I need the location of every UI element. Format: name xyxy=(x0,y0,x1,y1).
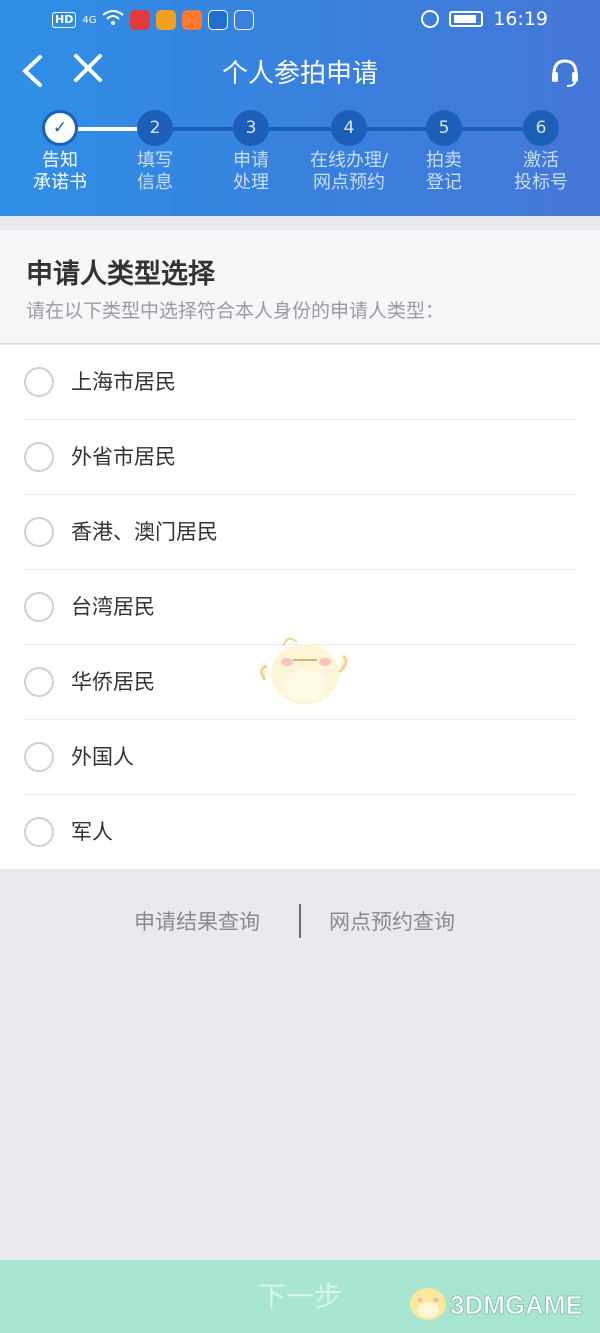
applicant-type-list: 上海市居民 外省市居民 香港、澳门居民 台湾居民 华侨居民 外国人 军人 xyxy=(0,345,600,869)
wifi-icon xyxy=(102,10,125,30)
option-label: 上海市居民 xyxy=(71,370,176,394)
link-divider xyxy=(299,904,301,938)
radio-button[interactable] xyxy=(24,667,54,697)
step-6: 6 激活 投标号 xyxy=(491,108,591,194)
option-foreigner[interactable]: 外国人 xyxy=(24,720,576,795)
step-number: 2 xyxy=(137,110,173,146)
step-label: 填写 信息 xyxy=(137,150,173,193)
app-notification-icon xyxy=(156,10,177,30)
query-links: 申请结果查询 网点预约查询 xyxy=(0,900,600,944)
option-label: 外国人 xyxy=(71,745,134,769)
video-app-icon xyxy=(182,10,203,30)
step-5: 5 拍卖 登记 xyxy=(394,108,494,194)
svg-text:3DMGAME: 3DMGAME xyxy=(450,1290,583,1320)
alarm-icon xyxy=(421,10,440,28)
browser-app-icon xyxy=(208,10,229,30)
applicant-type-header: 申请人类型选择 请在以下类型中选择符合本人身份的申请人类型： xyxy=(0,230,600,344)
clock-time: 16:19 xyxy=(493,8,548,30)
step-number: 4 xyxy=(331,110,367,146)
3dmgame-logo: 3DMGAME xyxy=(410,1288,583,1320)
section-subtitle: 请在以下类型中选择符合本人身份的申请人类型： xyxy=(26,300,445,322)
status-bar: HD 4G 16:19 xyxy=(0,0,600,44)
option-other-province-resident[interactable]: 外省市居民 xyxy=(24,420,576,495)
app-notification-icon xyxy=(130,10,151,30)
check-icon: ✓ xyxy=(42,110,78,146)
step-2: 2 填写 信息 xyxy=(105,108,205,194)
nav-bar: 个人参拍申请 xyxy=(0,44,600,108)
app-notification-icon xyxy=(234,10,255,30)
step-4: 4 在线办理/网点预约 xyxy=(299,108,399,194)
step-label: 激活 投标号 xyxy=(514,150,568,193)
radio-button[interactable] xyxy=(24,742,54,772)
step-3: 3 申请 处理 xyxy=(201,108,301,194)
customer-service-button[interactable] xyxy=(550,58,580,88)
radio-button[interactable] xyxy=(24,817,54,847)
page-title: 个人参拍申请 xyxy=(221,59,378,89)
option-hk-macau-resident[interactable]: 香港、澳门居民 xyxy=(24,495,576,570)
step-number: 6 xyxy=(523,110,559,146)
option-label: 外省市居民 xyxy=(71,445,176,469)
status-right: 16:19 xyxy=(421,8,548,30)
option-shanghai-resident[interactable]: 上海市居民 xyxy=(24,345,576,420)
header: HD 4G 16:19 个人参拍申请 ✓ 告知 承诺书 2 填写 信息 3 申请… xyxy=(0,0,600,216)
step-1: ✓ 告知 承诺书 xyxy=(10,108,110,194)
step-number: 5 xyxy=(426,110,462,146)
radio-button[interactable] xyxy=(24,442,54,472)
radio-button[interactable] xyxy=(24,517,54,547)
progress-steps: ✓ 告知 承诺书 2 填写 信息 3 申请 处理 4 在线办理/网点预约 5 拍卖 登记… xyxy=(0,108,600,216)
option-label: 军人 xyxy=(71,820,113,844)
headset-icon xyxy=(552,59,578,87)
mascot-watermark-icon xyxy=(260,637,348,704)
option-label: 台湾居民 xyxy=(71,595,155,619)
step-label: 告知 承诺书 xyxy=(33,150,87,193)
step-label: 拍卖 登记 xyxy=(426,150,462,193)
step-label: 申请 处理 xyxy=(233,150,269,193)
result-query-link[interactable]: 申请结果查询 xyxy=(134,906,260,936)
appointment-query-link[interactable]: 网点预约查询 xyxy=(329,906,455,936)
signal-icon: 4G xyxy=(82,14,97,26)
battery-icon xyxy=(449,11,484,27)
radio-button[interactable] xyxy=(24,367,54,397)
option-military[interactable]: 军人 xyxy=(24,795,576,870)
hd-icon: HD xyxy=(52,12,77,28)
section-title: 申请人类型选择 xyxy=(26,259,215,290)
radio-button[interactable] xyxy=(24,592,54,622)
option-label: 香港、澳门居民 xyxy=(71,520,218,544)
option-label: 华侨居民 xyxy=(71,670,155,694)
step-label: 在线办理/网点预约 xyxy=(309,150,389,193)
step-number: 3 xyxy=(233,110,269,146)
status-left: HD 4G xyxy=(52,10,255,30)
